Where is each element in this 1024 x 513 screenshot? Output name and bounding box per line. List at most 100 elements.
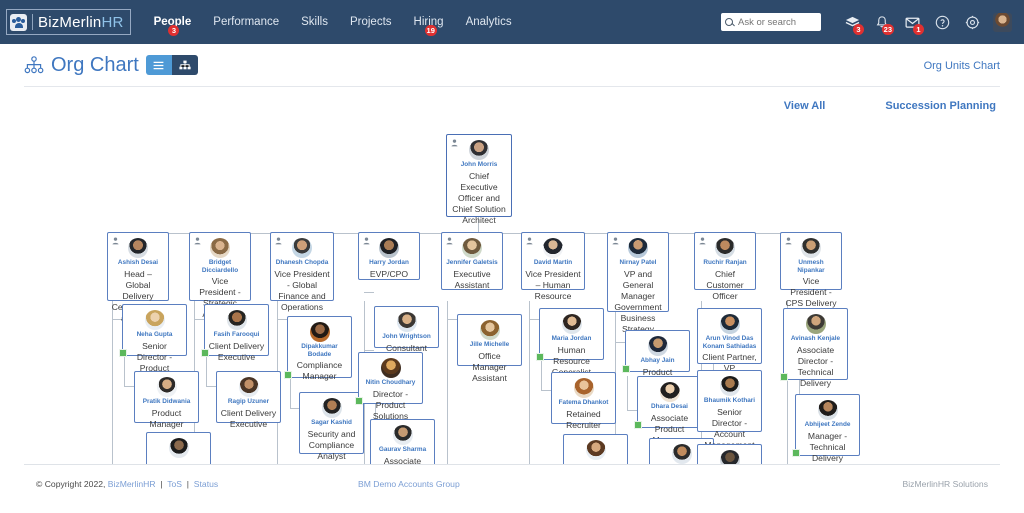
person-icon xyxy=(526,237,533,245)
org-node[interactable] xyxy=(146,432,211,465)
org-node[interactable]: Harry Jordan EVP/CPO xyxy=(358,232,420,280)
person-name: Avinash Kenjale xyxy=(790,335,841,342)
org-node[interactable]: Pratik Didwania Product Manager xyxy=(134,371,199,429)
org-node[interactable]: Abhay Jain Product Manager xyxy=(622,330,690,388)
avatar xyxy=(309,322,330,342)
logo-name: BizMerlin xyxy=(38,13,102,31)
org-node[interactable]: Ruchir Ranjan Chief Customer Officer xyxy=(694,232,756,301)
org-units-chart-link[interactable]: Org Units Chart xyxy=(924,60,1000,72)
list-view-button[interactable] xyxy=(145,55,172,75)
expand-badge[interactable] xyxy=(201,349,209,357)
org-node[interactable]: Dhara Desai Associate Product Manager xyxy=(634,376,702,445)
nav-item-analytics[interactable]: Analytics xyxy=(455,0,523,44)
expand-badge[interactable] xyxy=(622,365,630,373)
person-title: EVP/CPO xyxy=(369,268,409,279)
person-title: VP and General Manager Government Busine… xyxy=(614,268,662,334)
user-avatar[interactable] xyxy=(993,12,1012,32)
org-node[interactable]: Fasih Farooqui Client Delivery Executive xyxy=(201,304,269,362)
org-node[interactable]: Gaurav Sharma Associate xyxy=(370,419,435,465)
nav-item-performance[interactable]: Performance xyxy=(202,0,290,44)
view-all-link[interactable]: View All xyxy=(784,100,826,112)
bell-icon-button[interactable]: 23 xyxy=(867,0,897,44)
person-name: Sagar Kashid xyxy=(311,419,352,426)
org-node[interactable]: Nitin Choudhary Director - Product Solut… xyxy=(355,352,423,421)
connector xyxy=(615,342,625,343)
envelope-icon-button[interactable]: 1 xyxy=(897,0,927,44)
search-box[interactable] xyxy=(721,13,821,31)
help-icon-button[interactable] xyxy=(927,0,957,44)
gear-icon-button[interactable] xyxy=(957,0,987,44)
org-node[interactable]: Maria Jordan Human Resource Generalist xyxy=(536,308,604,377)
succession-planning-link[interactable]: Succession Planning xyxy=(885,100,996,112)
org-node[interactable]: Bridget Dicciardello Vice President - St… xyxy=(189,232,251,319)
nav-item-hiring[interactable]: Hiring 19 xyxy=(403,0,455,44)
nav-badge-people: 3 xyxy=(168,25,180,36)
avatar xyxy=(719,314,740,334)
org-node[interactable]: Ashish Desai Head – Global Delivery Cent… xyxy=(107,232,169,323)
org-node[interactable]: Avinash Kenjale Associate Director - Tec… xyxy=(780,308,848,388)
person-title: Client Delivery Executive xyxy=(220,407,277,429)
person-name: Nirnay Patel xyxy=(619,259,657,266)
person-title: Office Manager Assistant xyxy=(472,350,507,383)
org-chart-canvas[interactable]: John Morris Chief Executive Officer and … xyxy=(0,126,1024,465)
nav-item-skills[interactable]: Skills xyxy=(290,0,339,44)
org-node[interactable]: Jennifer Galetsis Executive Assistant xyxy=(441,232,503,290)
person-name: John Wrightson xyxy=(382,333,431,340)
org-node[interactable]: Nirnay Patel VP and General Manager Gove… xyxy=(607,232,669,334)
logo-divider xyxy=(32,14,33,30)
org-node[interactable]: Ragip Uzuner Client Delivery Executive xyxy=(216,371,281,429)
avatar xyxy=(392,425,413,445)
org-node[interactable]: Fatema Dhankot Retained Recruiter xyxy=(551,372,616,430)
avatar xyxy=(659,382,680,402)
org-node[interactable]: John Wrightson Consultant xyxy=(374,306,439,353)
footer-brand-link[interactable]: BizMerlinHR xyxy=(108,479,156,489)
org-node[interactable]: David Martin Vice President – Human Reso… xyxy=(521,232,585,301)
connector xyxy=(364,350,374,351)
help-icon xyxy=(935,15,949,29)
org-node[interactable] xyxy=(697,444,762,465)
org-node[interactable]: Neha Gupta Senior Director - Product Sol… xyxy=(119,304,187,384)
avatar xyxy=(671,444,692,464)
tree-view-button[interactable] xyxy=(171,55,198,75)
nav-item-people[interactable]: People 3 xyxy=(143,0,203,44)
person-name: Jille Michelle xyxy=(469,341,510,348)
org-node[interactable]: Dhanesh Chopda Vice President - Global F… xyxy=(270,232,334,312)
avatar xyxy=(805,314,826,334)
person-icon xyxy=(363,237,370,245)
org-node[interactable]: Jille Michelle Office Manager Assistant xyxy=(457,314,522,383)
layers-badge: 3 xyxy=(853,24,864,35)
avatar xyxy=(168,438,189,458)
expand-badge[interactable] xyxy=(355,397,363,405)
org-node[interactable]: Unmesh Nipankar Vice President - CPS Del… xyxy=(780,232,842,308)
app-logo[interactable]: BizMerlinHR xyxy=(6,9,131,35)
connector xyxy=(277,319,287,320)
person-title: Chief Executive Officer and Chief Soluti… xyxy=(452,170,506,225)
logo-text: BizMerlinHR xyxy=(38,14,124,31)
layers-icon-button[interactable]: 3 xyxy=(837,0,867,44)
org-node-root[interactable]: John Morris Chief Executive Officer and … xyxy=(446,134,512,225)
person-icon xyxy=(451,139,458,147)
person-name: Harry Jordan xyxy=(369,259,409,266)
expand-badge[interactable] xyxy=(792,449,800,457)
expand-badge[interactable] xyxy=(780,373,788,381)
footer-status-link[interactable]: Status xyxy=(194,479,218,489)
org-node[interactable]: Dipakkumar Bodade Compliance Manager xyxy=(284,316,352,381)
expand-badge[interactable] xyxy=(119,349,127,357)
org-node[interactable]: Arun Vinod Das Konam Sathiadas Client Pa… xyxy=(697,308,762,373)
footer-sep-2: | xyxy=(184,479,192,489)
header-divider xyxy=(24,86,1000,87)
avatar xyxy=(719,376,740,396)
footer-account-group: BM Demo Accounts Group xyxy=(358,479,460,489)
footer-tos-link[interactable]: ToS xyxy=(167,479,182,489)
expand-badge[interactable] xyxy=(284,371,292,379)
person-title: Vice President - CPS Delivery xyxy=(785,276,837,308)
org-node[interactable]: Bhaumik Kothari Senior Director - Accoun… xyxy=(697,370,762,450)
expand-badge[interactable] xyxy=(536,353,544,361)
org-node[interactable]: Abhijeet Zende Manager - Technical Deliv… xyxy=(792,394,860,463)
org-node[interactable] xyxy=(563,434,628,465)
avatar xyxy=(396,312,417,332)
nav-item-projects[interactable]: Projects xyxy=(339,0,403,44)
expand-badge[interactable] xyxy=(634,421,642,429)
person-title: Retained Recruiter xyxy=(566,408,601,430)
search-input[interactable] xyxy=(736,15,817,29)
